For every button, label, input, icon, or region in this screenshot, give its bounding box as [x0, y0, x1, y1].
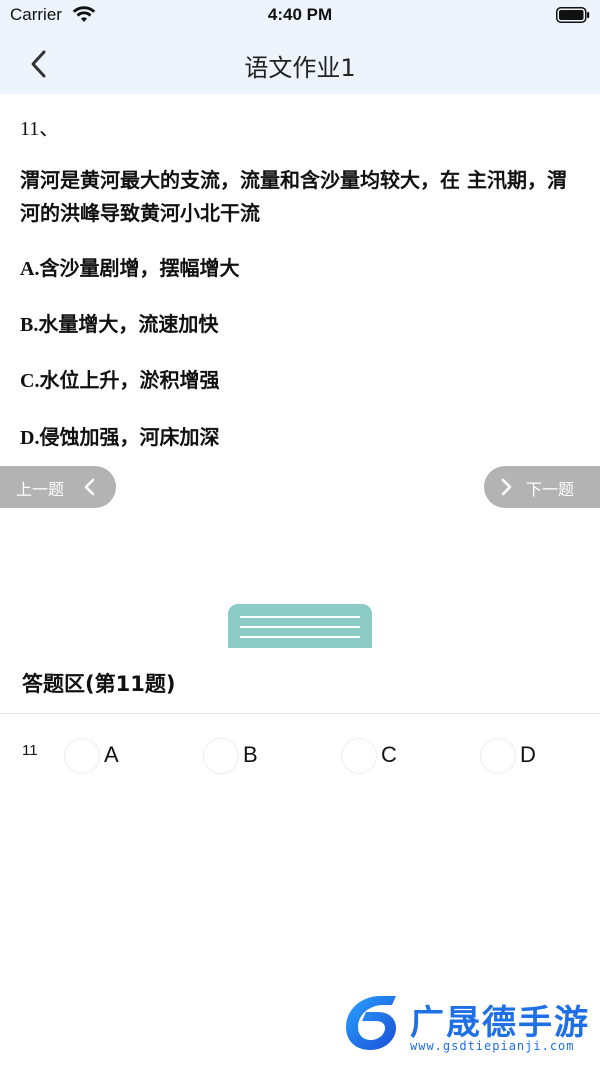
page-title: 语文作业1: [244, 54, 356, 82]
option-text: 侵蚀加强，河床加深: [39, 425, 220, 449]
answer-area-title: 答题区(第11题): [22, 672, 176, 696]
status-time: 4:40 PM: [267, 5, 333, 24]
chevron-left-icon: [84, 478, 95, 496]
option-letter: A.: [20, 258, 40, 280]
question-card: 11、 渭河是黄河最大的支流，流量和含沙量均较大，在 主汛期，渭河的洪峰导致黄河…: [8, 94, 592, 648]
next-question-button[interactable]: 下一题: [484, 466, 600, 508]
option-letter: D.: [20, 427, 40, 449]
option-text: 水位上升，淤积增强: [39, 368, 220, 392]
option-text: 水量增大，流速加快: [38, 312, 219, 336]
option-text: 含沙量剧增，摆幅增大: [39, 256, 240, 280]
watermark-url: www.gsdtiepianji.com: [410, 1039, 575, 1053]
choice-label: C: [381, 742, 397, 767]
previous-question-button[interactable]: 上一题: [0, 466, 116, 508]
answer-row-number: 11: [22, 742, 38, 759]
option-d[interactable]: D.侵蚀加强，河床加深: [20, 421, 219, 450]
option-a[interactable]: A.含沙量剧增，摆幅增大: [20, 252, 239, 281]
radio-button[interactable]: [64, 738, 100, 774]
question-number: 11、: [20, 118, 60, 140]
chevron-right-icon: [501, 478, 512, 496]
option-letter: C.: [20, 370, 40, 392]
previous-question-label: 上一题: [16, 480, 65, 499]
watermark-name: 广晟德手游: [410, 1003, 590, 1043]
choice-label: D: [520, 742, 536, 767]
navigation-bar: 语文作业1: [0, 32, 600, 94]
next-question-label: 下一题: [526, 480, 575, 499]
choice-label: B: [243, 742, 258, 767]
status-bar: Carrier 4:40 PM: [0, 0, 600, 32]
handle-line: [240, 616, 360, 618]
watermark: 广晟德手游 www.gsdtiepianji.com: [340, 993, 598, 1057]
option-b[interactable]: B.水量增大，流速加快: [20, 308, 218, 337]
handle-line: [240, 626, 360, 628]
radio-button[interactable]: [203, 738, 239, 774]
radio-button[interactable]: [480, 738, 516, 774]
battery-icon: [556, 7, 590, 23]
divider: [0, 713, 600, 714]
question-stem: 渭河是黄河最大的支流，流量和含沙量均较大，在 主汛期，渭河的洪峰导致黄河小北干流: [20, 168, 567, 225]
handle-line: [240, 636, 360, 638]
choice-label: A: [104, 742, 119, 767]
answer-sheet-handle[interactable]: [228, 604, 372, 648]
option-letter: B.: [20, 314, 39, 336]
radio-button[interactable]: [341, 738, 377, 774]
option-c[interactable]: C.水位上升，淤积增强: [20, 364, 219, 393]
brand-logo-icon: [346, 996, 396, 1050]
